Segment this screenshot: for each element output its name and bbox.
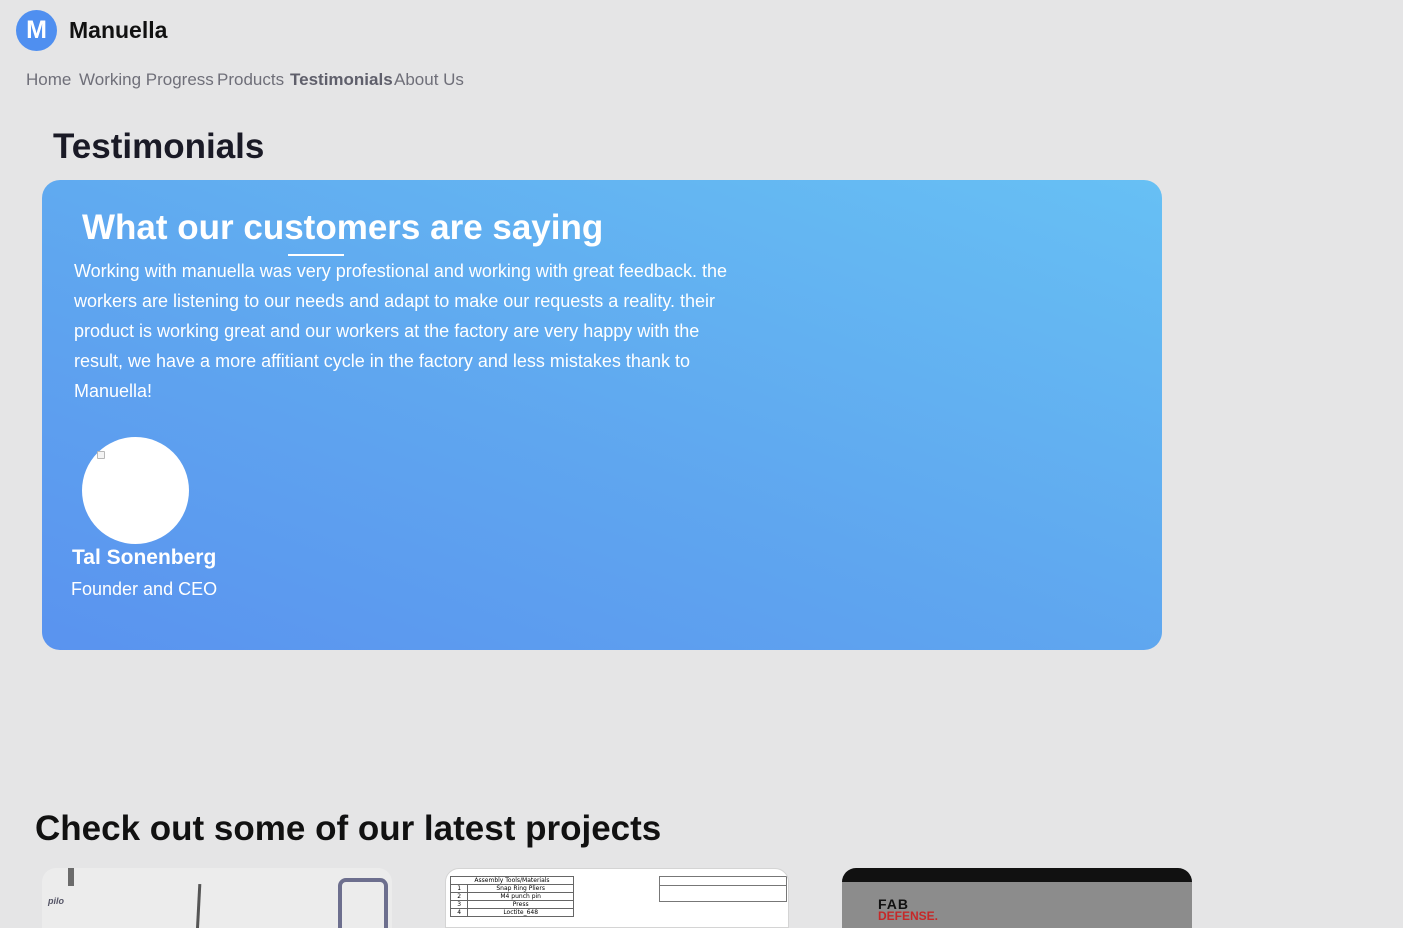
assembly-table: Assembly Tools/Materials 1 Snap Ring Plie… xyxy=(449,876,574,917)
pilo-logo: pilo xyxy=(48,896,64,906)
brand[interactable]: M Manuella xyxy=(16,10,167,51)
revisions-box xyxy=(659,876,787,902)
testimonial-card: What our customers are saying Working wi… xyxy=(42,180,1162,650)
project-thumb-pilo[interactable]: pilo xyxy=(42,868,392,928)
table-cell: Loctite_648 xyxy=(467,908,574,917)
table-cell: M4 punch pin xyxy=(467,892,574,901)
fab-defense-panel: FAB DEFENSE. xyxy=(842,882,1192,928)
tool-rod-shape xyxy=(195,883,202,928)
person-role: Founder and CEO xyxy=(71,579,218,599)
broken-image-icon xyxy=(97,451,105,459)
testimonial-heading: What our customers are saying xyxy=(82,208,604,247)
assembly-table-header: Assembly Tools/Materials xyxy=(450,876,574,885)
table-cell: Press xyxy=(467,900,574,909)
project-thumb-fab-defense[interactable]: FAB DEFENSE. xyxy=(842,868,1192,928)
project-thumb-assembly-drawing[interactable]: Assembly Tools/Materials 1 Snap Ring Plie… xyxy=(445,868,789,928)
table-cell: Snap Ring Pliers xyxy=(467,884,574,893)
nav-home[interactable]: Home xyxy=(26,70,71,90)
nav-about-us[interactable]: About Us xyxy=(394,70,464,90)
table-cell: 3 xyxy=(449,900,469,909)
testimonial-quote: Working with manuella was very profestio… xyxy=(74,261,728,401)
projects-title: Check out some of our latest projects xyxy=(35,809,662,848)
table-cell: 2 xyxy=(449,892,469,901)
tool-mark-shape xyxy=(68,868,74,886)
person-name: Tal Sonenberg xyxy=(72,546,217,569)
nav-testimonials[interactable]: Testimonials xyxy=(290,70,393,90)
testimonials-title: Testimonials xyxy=(53,127,265,166)
avatar xyxy=(82,437,189,544)
brand-logo[interactable]: M xyxy=(16,10,57,51)
nav-working-progress[interactable]: Working Progress xyxy=(79,70,214,90)
brand-name[interactable]: Manuella xyxy=(69,17,167,44)
table-cell: 1 xyxy=(449,884,469,893)
nav-products[interactable]: Products xyxy=(217,70,284,90)
table-cell: 4 xyxy=(449,908,469,917)
